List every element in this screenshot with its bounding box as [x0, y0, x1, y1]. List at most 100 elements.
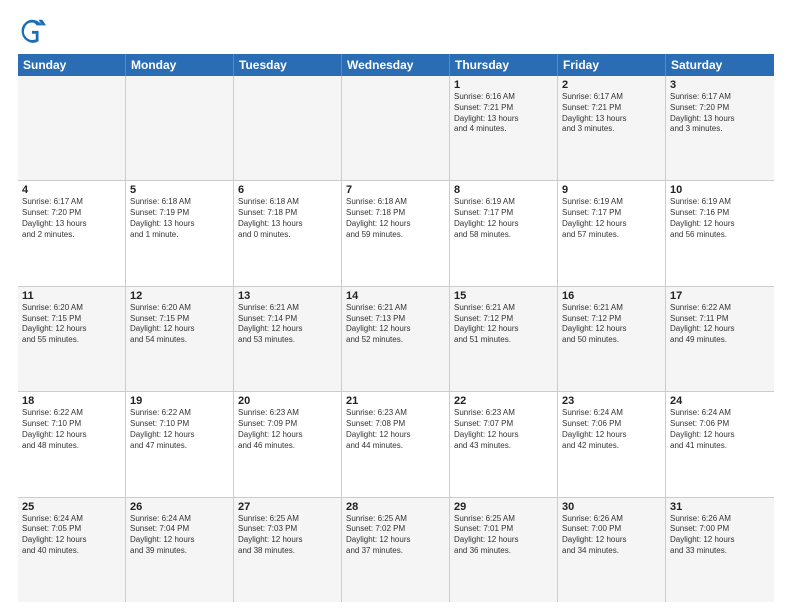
weekday-header-monday: Monday — [126, 54, 234, 76]
day-number: 10 — [670, 184, 770, 196]
calendar-day-2: 2Sunrise: 6:17 AM Sunset: 7:21 PM Daylig… — [558, 76, 666, 180]
calendar-day-16: 16Sunrise: 6:21 AM Sunset: 7:12 PM Dayli… — [558, 287, 666, 391]
day-info: Sunrise: 6:18 AM Sunset: 7:18 PM Dayligh… — [346, 197, 445, 240]
calendar-week-1: 1Sunrise: 6:16 AM Sunset: 7:21 PM Daylig… — [18, 76, 774, 181]
calendar-body: 1Sunrise: 6:16 AM Sunset: 7:21 PM Daylig… — [18, 76, 774, 602]
calendar-week-4: 18Sunrise: 6:22 AM Sunset: 7:10 PM Dayli… — [18, 392, 774, 497]
day-number: 17 — [670, 290, 770, 302]
calendar-day-8: 8Sunrise: 6:19 AM Sunset: 7:17 PM Daylig… — [450, 181, 558, 285]
logo — [18, 16, 50, 44]
day-info: Sunrise: 6:22 AM Sunset: 7:10 PM Dayligh… — [22, 408, 121, 451]
weekday-header-wednesday: Wednesday — [342, 54, 450, 76]
weekday-header-thursday: Thursday — [450, 54, 558, 76]
day-number: 15 — [454, 290, 553, 302]
day-info: Sunrise: 6:21 AM Sunset: 7:12 PM Dayligh… — [454, 303, 553, 346]
day-number: 16 — [562, 290, 661, 302]
day-number: 9 — [562, 184, 661, 196]
day-number: 7 — [346, 184, 445, 196]
calendar-day-9: 9Sunrise: 6:19 AM Sunset: 7:17 PM Daylig… — [558, 181, 666, 285]
calendar-empty-cell — [18, 76, 126, 180]
day-number: 23 — [562, 395, 661, 407]
day-info: Sunrise: 6:21 AM Sunset: 7:12 PM Dayligh… — [562, 303, 661, 346]
day-info: Sunrise: 6:21 AM Sunset: 7:14 PM Dayligh… — [238, 303, 337, 346]
calendar-day-20: 20Sunrise: 6:23 AM Sunset: 7:09 PM Dayli… — [234, 392, 342, 496]
day-number: 2 — [562, 79, 661, 91]
calendar-day-26: 26Sunrise: 6:24 AM Sunset: 7:04 PM Dayli… — [126, 498, 234, 602]
calendar-day-29: 29Sunrise: 6:25 AM Sunset: 7:01 PM Dayli… — [450, 498, 558, 602]
day-number: 3 — [670, 79, 770, 91]
day-info: Sunrise: 6:20 AM Sunset: 7:15 PM Dayligh… — [130, 303, 229, 346]
day-number: 5 — [130, 184, 229, 196]
calendar: SundayMondayTuesdayWednesdayThursdayFrid… — [18, 54, 774, 602]
day-info: Sunrise: 6:18 AM Sunset: 7:18 PM Dayligh… — [238, 197, 337, 240]
calendar-day-24: 24Sunrise: 6:24 AM Sunset: 7:06 PM Dayli… — [666, 392, 774, 496]
day-info: Sunrise: 6:18 AM Sunset: 7:19 PM Dayligh… — [130, 197, 229, 240]
day-number: 27 — [238, 501, 337, 513]
calendar-day-10: 10Sunrise: 6:19 AM Sunset: 7:16 PM Dayli… — [666, 181, 774, 285]
day-info: Sunrise: 6:16 AM Sunset: 7:21 PM Dayligh… — [454, 92, 553, 135]
page-header — [18, 16, 774, 44]
day-info: Sunrise: 6:26 AM Sunset: 7:00 PM Dayligh… — [562, 514, 661, 557]
weekday-header-tuesday: Tuesday — [234, 54, 342, 76]
calendar-week-2: 4Sunrise: 6:17 AM Sunset: 7:20 PM Daylig… — [18, 181, 774, 286]
calendar-header: SundayMondayTuesdayWednesdayThursdayFrid… — [18, 54, 774, 76]
day-number: 26 — [130, 501, 229, 513]
weekday-header-saturday: Saturday — [666, 54, 774, 76]
day-info: Sunrise: 6:19 AM Sunset: 7:17 PM Dayligh… — [562, 197, 661, 240]
day-info: Sunrise: 6:19 AM Sunset: 7:16 PM Dayligh… — [670, 197, 770, 240]
calendar-day-13: 13Sunrise: 6:21 AM Sunset: 7:14 PM Dayli… — [234, 287, 342, 391]
day-number: 1 — [454, 79, 553, 91]
day-info: Sunrise: 6:23 AM Sunset: 7:08 PM Dayligh… — [346, 408, 445, 451]
calendar-day-7: 7Sunrise: 6:18 AM Sunset: 7:18 PM Daylig… — [342, 181, 450, 285]
day-info: Sunrise: 6:22 AM Sunset: 7:10 PM Dayligh… — [130, 408, 229, 451]
logo-icon — [18, 16, 46, 44]
day-number: 8 — [454, 184, 553, 196]
day-number: 19 — [130, 395, 229, 407]
calendar-day-31: 31Sunrise: 6:26 AM Sunset: 7:00 PM Dayli… — [666, 498, 774, 602]
calendar-day-27: 27Sunrise: 6:25 AM Sunset: 7:03 PM Dayli… — [234, 498, 342, 602]
calendar-day-1: 1Sunrise: 6:16 AM Sunset: 7:21 PM Daylig… — [450, 76, 558, 180]
calendar-day-18: 18Sunrise: 6:22 AM Sunset: 7:10 PM Dayli… — [18, 392, 126, 496]
day-info: Sunrise: 6:19 AM Sunset: 7:17 PM Dayligh… — [454, 197, 553, 240]
day-info: Sunrise: 6:17 AM Sunset: 7:21 PM Dayligh… — [562, 92, 661, 135]
day-info: Sunrise: 6:25 AM Sunset: 7:03 PM Dayligh… — [238, 514, 337, 557]
calendar-day-6: 6Sunrise: 6:18 AM Sunset: 7:18 PM Daylig… — [234, 181, 342, 285]
day-number: 21 — [346, 395, 445, 407]
day-info: Sunrise: 6:22 AM Sunset: 7:11 PM Dayligh… — [670, 303, 770, 346]
weekday-header-sunday: Sunday — [18, 54, 126, 76]
day-number: 30 — [562, 501, 661, 513]
day-number: 20 — [238, 395, 337, 407]
calendar-day-11: 11Sunrise: 6:20 AM Sunset: 7:15 PM Dayli… — [18, 287, 126, 391]
calendar-day-23: 23Sunrise: 6:24 AM Sunset: 7:06 PM Dayli… — [558, 392, 666, 496]
day-number: 13 — [238, 290, 337, 302]
day-number: 28 — [346, 501, 445, 513]
day-number: 25 — [22, 501, 121, 513]
calendar-week-5: 25Sunrise: 6:24 AM Sunset: 7:05 PM Dayli… — [18, 498, 774, 602]
calendar-day-17: 17Sunrise: 6:22 AM Sunset: 7:11 PM Dayli… — [666, 287, 774, 391]
day-info: Sunrise: 6:24 AM Sunset: 7:04 PM Dayligh… — [130, 514, 229, 557]
day-number: 31 — [670, 501, 770, 513]
calendar-empty-cell — [126, 76, 234, 180]
calendar-day-12: 12Sunrise: 6:20 AM Sunset: 7:15 PM Dayli… — [126, 287, 234, 391]
day-info: Sunrise: 6:24 AM Sunset: 7:06 PM Dayligh… — [562, 408, 661, 451]
calendar-week-3: 11 Sunrise: 6:20 AM Sunset: 7:15 PM Dayli… — [18, 287, 774, 392]
calendar-empty-cell — [234, 76, 342, 180]
calendar-day-25: 25Sunrise: 6:24 AM Sunset: 7:05 PM Dayli… — [18, 498, 126, 602]
day-info: Sunrise: 6:21 AM Sunset: 7:13 PM Dayligh… — [346, 303, 445, 346]
day-number: 6 — [238, 184, 337, 196]
day-number: 12 — [130, 290, 229, 302]
day-info: Sunrise: 6:17 AM Sunset: 7:20 PM Dayligh… — [22, 197, 121, 240]
calendar-day-21: 21Sunrise: 6:23 AM Sunset: 7:08 PM Dayli… — [342, 392, 450, 496]
calendar-day-19: 19Sunrise: 6:22 AM Sunset: 7:10 PM Dayli… — [126, 392, 234, 496]
calendar-day-14: 14Sunrise: 6:21 AM Sunset: 7:13 PM Dayli… — [342, 287, 450, 391]
day-info: Sunrise: 6:26 AM Sunset: 7:00 PM Dayligh… — [670, 514, 770, 557]
calendar-day-5: 5Sunrise: 6:18 AM Sunset: 7:19 PM Daylig… — [126, 181, 234, 285]
calendar-day-15: 15Sunrise: 6:21 AM Sunset: 7:12 PM Dayli… — [450, 287, 558, 391]
day-number: 11 — [22, 290, 121, 302]
calendar-day-3: 3Sunrise: 6:17 AM Sunset: 7:20 PM Daylig… — [666, 76, 774, 180]
day-info: Sunrise: 6:23 AM Sunset: 7:07 PM Dayligh… — [454, 408, 553, 451]
day-info: Sunrise: 6:17 AM Sunset: 7:20 PM Dayligh… — [670, 92, 770, 135]
day-number: 4 — [22, 184, 121, 196]
weekday-header-friday: Friday — [558, 54, 666, 76]
day-info: Sunrise: 6:25 AM Sunset: 7:01 PM Dayligh… — [454, 514, 553, 557]
